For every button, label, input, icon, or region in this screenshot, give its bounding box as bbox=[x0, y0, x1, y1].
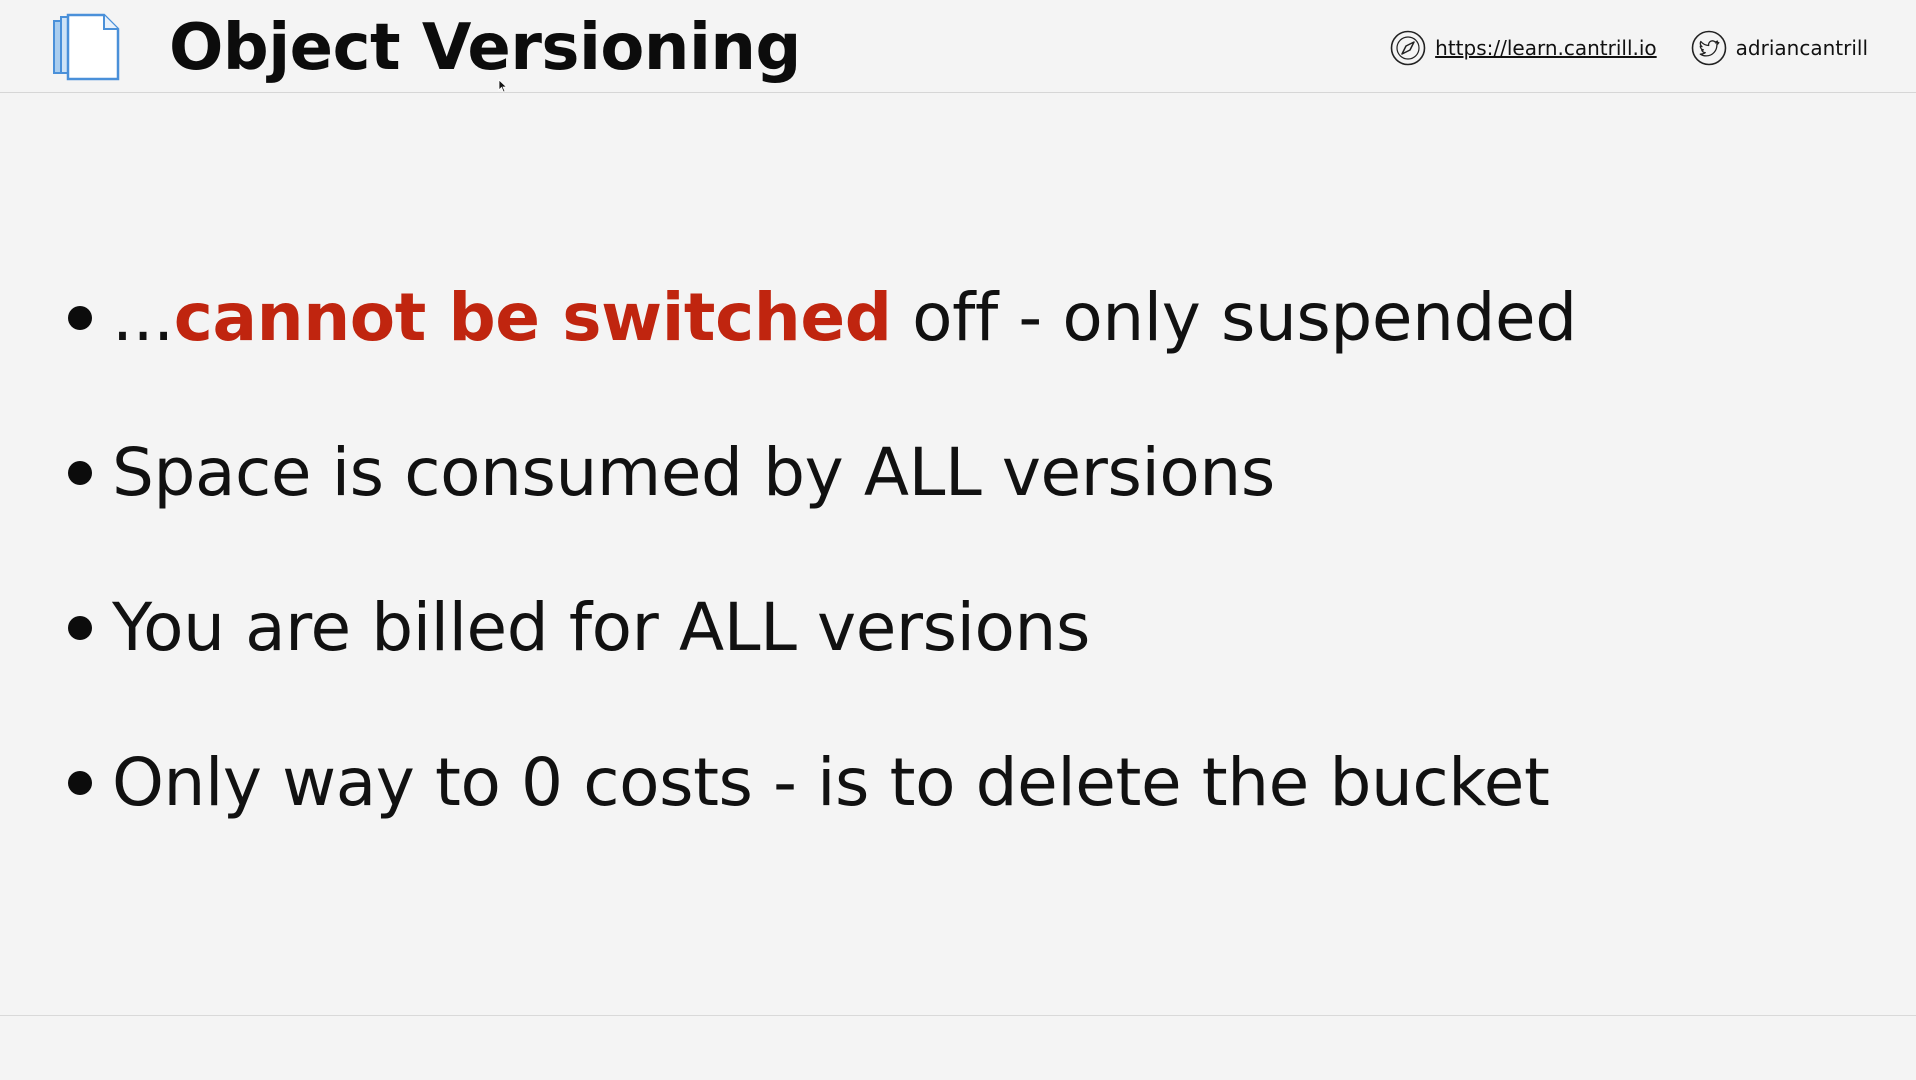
document-stack-icon bbox=[53, 13, 120, 81]
bullet-dot bbox=[68, 306, 92, 330]
twitter-link[interactable]: adriancantrill bbox=[1691, 30, 1868, 66]
footer-divider bbox=[0, 1015, 1916, 1016]
bullet-text: You are billed for ALL versions bbox=[112, 589, 1090, 666]
bullet-item: Only way to 0 costs - is to delete the b… bbox=[68, 735, 1577, 890]
mouse-pointer-icon bbox=[498, 79, 508, 93]
header-links: https://learn.cantrill.io adriancantrill bbox=[1390, 26, 1868, 70]
bullet-emphasis: cannot be switched bbox=[173, 279, 892, 356]
bullet-item: Space is consumed by ALL versions bbox=[68, 425, 1577, 580]
bullet-dot bbox=[68, 616, 92, 640]
bullet-dot bbox=[68, 461, 92, 485]
bullet-suffix: off - only suspended bbox=[891, 279, 1577, 356]
bullet-text: Space is consumed by ALL versions bbox=[112, 434, 1275, 511]
slide-header: Object Versioning https://learn.cantrill… bbox=[0, 0, 1916, 93]
twitter-handle[interactable]: adriancantrill bbox=[1736, 36, 1868, 60]
twitter-bird-icon bbox=[1691, 30, 1726, 66]
bullet-list: ...cannot be switched off - only suspend… bbox=[68, 270, 1577, 890]
bullet-text: Only way to 0 costs - is to delete the b… bbox=[112, 744, 1550, 821]
website-link-label[interactable]: https://learn.cantrill.io bbox=[1435, 36, 1657, 60]
page-title: Object Versioning bbox=[169, 11, 801, 85]
bullet-dot bbox=[68, 771, 92, 795]
compass-icon bbox=[1390, 30, 1426, 66]
bullet-item: ...cannot be switched off - only suspend… bbox=[68, 270, 1577, 425]
bullet-item: You are billed for ALL versions bbox=[68, 580, 1577, 735]
slide: Object Versioning https://learn.cantrill… bbox=[0, 0, 1916, 1080]
website-link[interactable]: https://learn.cantrill.io bbox=[1390, 30, 1657, 66]
bullet-prefix: ... bbox=[112, 279, 174, 356]
